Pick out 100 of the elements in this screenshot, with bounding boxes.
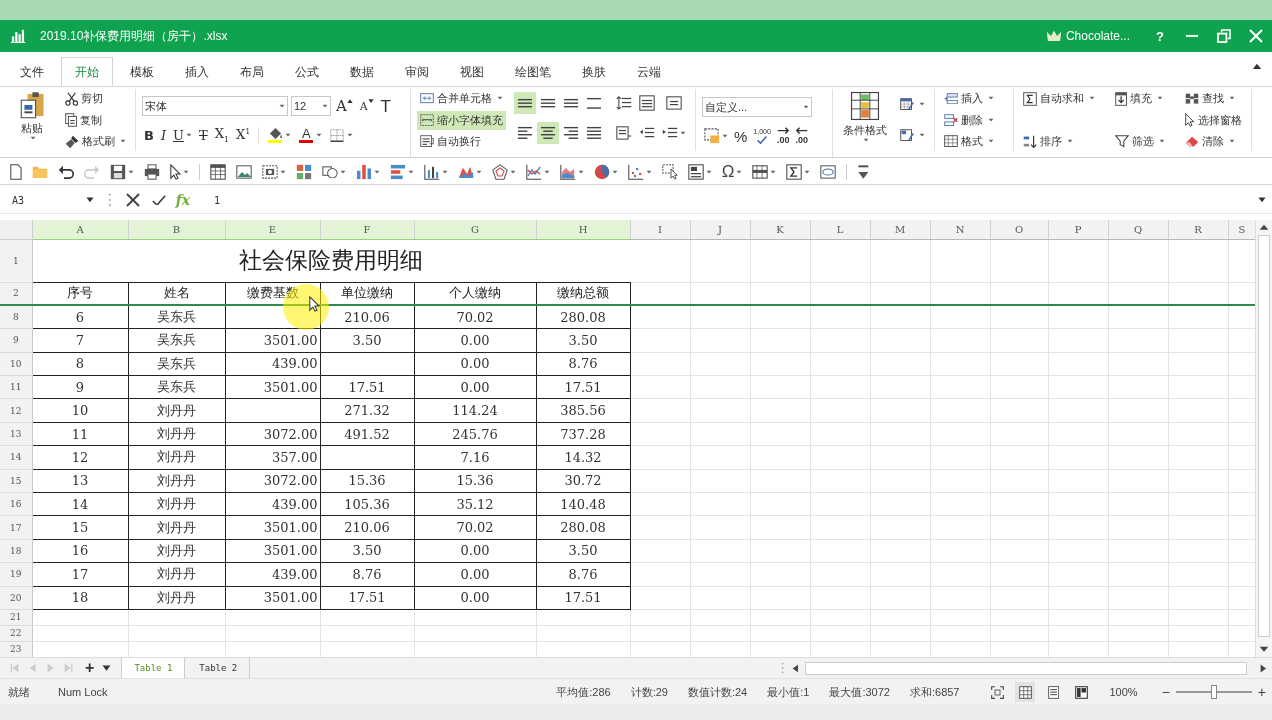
column-header[interactable]: H [536, 220, 630, 239]
increase-decimal-button[interactable]: .00 [774, 124, 792, 148]
ribbon-button[interactable]: 删除 [941, 110, 997, 130]
column-header[interactable]: B [128, 220, 225, 239]
ribbon-button[interactable]: 填充 [1112, 89, 1168, 108]
menu-tab[interactable]: 公式 [281, 57, 333, 86]
row-header[interactable]: 17 [0, 515, 32, 540]
column-header[interactable]: K [750, 220, 810, 239]
column-header[interactable]: Q [1108, 220, 1168, 239]
row-header[interactable]: 12 [0, 398, 32, 423]
zoom-in-button[interactable]: + [1257, 684, 1266, 700]
ribbon-button[interactable]: 排序 [1020, 132, 1098, 151]
menu-tab[interactable]: 文件 [6, 57, 58, 86]
name-box[interactable]: A3 [0, 194, 100, 206]
ribbon-button[interactable]: 插入 [941, 89, 997, 108]
ribbon-button[interactable]: 合并单元格 [417, 89, 506, 108]
column-header[interactable]: L [810, 220, 870, 239]
percent-button[interactable]: % [732, 124, 750, 148]
format-button[interactable]: I [158, 125, 169, 145]
font-size-select[interactable]: 12 [291, 96, 331, 116]
row-header[interactable]: 10 [0, 352, 32, 376]
ribbon-button[interactable]: 查找 [1182, 89, 1245, 108]
clear-format-button[interactable]: T [378, 96, 393, 116]
menu-tab[interactable]: 换肤 [568, 57, 620, 86]
scroll-down-icon[interactable] [1259, 646, 1269, 653]
scroll-thumb[interactable] [1258, 234, 1270, 637]
cancel-icon[interactable] [125, 193, 140, 207]
add-sheet-button[interactable]: + [85, 659, 95, 677]
column-header[interactable]: S [1228, 220, 1255, 239]
toolbar-button[interactable]: Ω [717, 161, 747, 183]
ribbon-button[interactable]: 筛选 [1112, 132, 1168, 151]
column-header[interactable]: A [32, 220, 128, 239]
ribbon-button[interactable]: 缩小字体填充 [417, 110, 506, 130]
grip-icon[interactable] [781, 662, 785, 674]
row-header[interactable]: 13 [0, 422, 32, 446]
column-header[interactable]: G [414, 220, 536, 239]
menu-tab[interactable]: 审阅 [391, 57, 443, 86]
horizontal-scrollbar[interactable] [805, 661, 1248, 675]
grow-font-button[interactable]: A [334, 96, 355, 116]
number-format-select[interactable]: 自定义... [702, 97, 812, 117]
menu-tab[interactable]: 数据 [336, 57, 388, 86]
column-header[interactable]: P [1048, 220, 1108, 239]
row-header[interactable]: 1 [0, 239, 32, 282]
formula-input[interactable]: 1 [198, 189, 1258, 211]
slider-thumb[interactable] [1210, 685, 1217, 699]
menu-tab[interactable]: 模板 [116, 57, 168, 86]
down-triangle-icon[interactable] [1258, 197, 1266, 203]
row-header[interactable]: 9 [0, 328, 32, 353]
column-header[interactable]: J [690, 220, 750, 239]
zoom-level[interactable]: 100% [1109, 686, 1138, 698]
menu-tab[interactable]: 开始 [61, 57, 113, 86]
column-header[interactable]: N [930, 220, 990, 239]
ribbon-button[interactable]: 自动换行 [417, 132, 506, 151]
format-button[interactable]: X$_{1}$ [212, 125, 232, 145]
column-header[interactable]: F [320, 220, 414, 239]
vertical-scrollbar[interactable] [1255, 220, 1272, 657]
column-header[interactable]: O [990, 220, 1048, 239]
align-button[interactable] [636, 92, 658, 114]
sheet-tab[interactable]: Table 1 [121, 658, 186, 678]
row-header[interactable]: 19 [0, 562, 32, 587]
ribbon-button[interactable]: 自动求和 [1020, 89, 1098, 108]
menu-tab[interactable]: 插入 [171, 57, 223, 86]
scroll-right-icon[interactable] [1260, 663, 1267, 673]
format-button[interactable]: T [197, 125, 210, 145]
row-header[interactable]: 18 [0, 539, 32, 563]
format-button[interactable]: X$^{1}$ [234, 125, 253, 145]
column-header[interactable]: R [1168, 220, 1228, 239]
align-button[interactable] [514, 92, 536, 114]
collapse-icon[interactable] [1252, 63, 1262, 70]
menu-tab[interactable]: 云端 [623, 57, 675, 86]
format-button[interactable]: U [171, 125, 195, 145]
view-button[interactable] [1015, 682, 1036, 702]
scroll-up-icon[interactable] [1259, 224, 1269, 231]
zoom-out-button[interactable]: − [1161, 684, 1170, 700]
paste-button[interactable]: 粘贴 [12, 89, 52, 151]
shrink-font-button[interactable]: A [357, 96, 376, 116]
menu-tab[interactable]: 视图 [446, 57, 498, 86]
column-header[interactable]: I [630, 220, 690, 239]
ribbon-button[interactable]: 清除 [1182, 132, 1245, 151]
ribbon-button[interactable]: 格式 [941, 132, 997, 151]
font-select[interactable]: 宋体 [142, 96, 288, 116]
ribbon-button[interactable]: 格式刷 [62, 132, 129, 151]
decrease-decimal-button[interactable]: .00 [793, 124, 810, 148]
row-header[interactable]: 20 [0, 586, 32, 610]
down-triangle-icon[interactable] [102, 664, 112, 672]
font-color-button[interactable]: A [296, 125, 325, 145]
column-header[interactable]: M [870, 220, 930, 239]
row-header[interactable]: 15 [0, 469, 32, 493]
align-button[interactable] [537, 122, 559, 144]
menu-tab[interactable]: 绘图笔 [501, 57, 565, 86]
column-header[interactable]: E [225, 220, 320, 239]
ribbon-button[interactable]: 复制 [62, 110, 129, 130]
ribbon-button[interactable]: 剪切 [62, 89, 129, 108]
checkmark-icon[interactable] [151, 194, 166, 206]
row-header[interactable]: 2 [0, 282, 32, 306]
row-header[interactable]: 14 [0, 445, 32, 470]
row-header[interactable]: 8 [0, 305, 32, 329]
menu-tab[interactable]: 布局 [226, 57, 278, 86]
ribbon-button[interactable]: 选择窗格 [1182, 110, 1245, 130]
row-header[interactable]: 16 [0, 492, 32, 516]
